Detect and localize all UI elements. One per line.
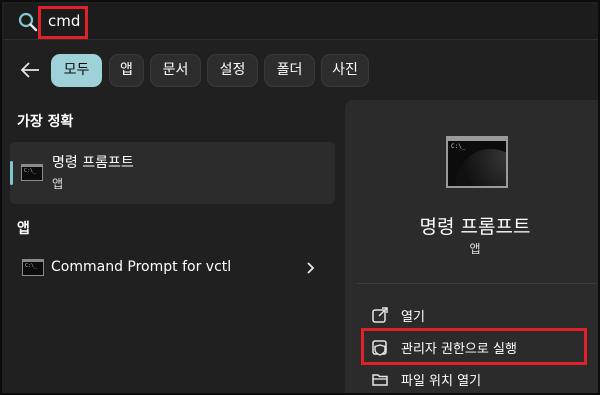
divider bbox=[357, 283, 597, 284]
action-open[interactable]: 열기 bbox=[371, 303, 591, 327]
action-open-file-location-label: 파일 위치 열기 bbox=[401, 374, 482, 389]
selection-indicator bbox=[10, 161, 13, 185]
start-search-window: cmd 모두 앱 문서 설정 폴더 사진 가장 정확 명령 프롬프트 앱 앱 C… bbox=[0, 0, 600, 395]
search-highlight-box bbox=[38, 6, 88, 39]
detail-subtitle: 앱 bbox=[469, 242, 481, 256]
command-prompt-icon bbox=[22, 259, 44, 276]
command-prompt-icon bbox=[21, 164, 43, 181]
action-open-label: 열기 bbox=[401, 310, 425, 325]
best-match-title: 명령 프롬프트 bbox=[52, 155, 134, 171]
detail-title: 명령 프롬프트 bbox=[419, 216, 531, 238]
command-prompt-large-icon: C:\_ bbox=[446, 136, 508, 188]
run-as-admin-highlight-box bbox=[361, 328, 587, 365]
apps-heading: 앱 bbox=[17, 221, 30, 237]
open-external-icon bbox=[372, 307, 388, 323]
filter-chip-documents[interactable]: 문서 bbox=[150, 54, 201, 87]
app-item-label: Command Prompt for vctl bbox=[51, 259, 232, 275]
best-match-heading: 가장 정확 bbox=[17, 114, 74, 130]
best-match-item[interactable]: 명령 프롬프트 앱 bbox=[10, 142, 335, 204]
search-bar[interactable]: cmd bbox=[4, 4, 598, 40]
filter-chip-photos[interactable]: 사진 bbox=[321, 54, 369, 87]
folder-icon bbox=[372, 374, 388, 386]
filter-chip-settings[interactable]: 설정 bbox=[207, 54, 258, 87]
chevron-right-icon[interactable] bbox=[305, 261, 317, 275]
action-open-file-location[interactable]: 파일 위치 열기 bbox=[371, 367, 591, 391]
back-arrow-icon[interactable] bbox=[18, 58, 42, 82]
search-icon bbox=[18, 12, 38, 32]
filter-chip-folders[interactable]: 폴더 bbox=[264, 54, 315, 87]
best-match-subtitle: 앱 bbox=[52, 177, 64, 191]
filter-chip-all[interactable]: 모두 bbox=[51, 54, 102, 87]
filter-chip-apps[interactable]: 앱 bbox=[109, 54, 144, 87]
